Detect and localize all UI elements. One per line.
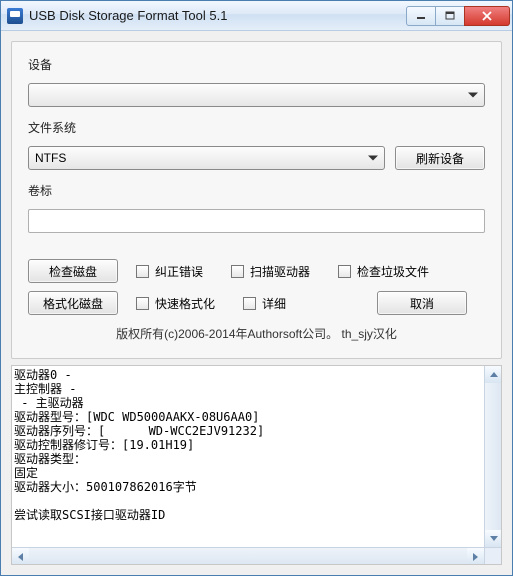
scrollbar-corner xyxy=(484,547,501,564)
verbose-checkbox[interactable]: 详细 xyxy=(243,295,286,312)
triangle-right-icon xyxy=(473,553,478,561)
volume-label-label: 卷标 xyxy=(28,182,485,199)
format-row: 格式化磁盘 快速格式化 详细 取消 xyxy=(28,291,485,315)
maximize-button[interactable] xyxy=(435,6,465,26)
volume-label-input[interactable] xyxy=(28,209,485,233)
filesystem-label: 文件系统 xyxy=(28,119,485,136)
device-label: 设备 xyxy=(28,56,485,73)
check-row: 检查磁盘 纠正错误 扫描驱动器 检查垃圾文件 xyxy=(28,259,485,283)
device-combo[interactable] xyxy=(28,83,485,107)
cancel-button[interactable]: 取消 xyxy=(377,291,467,315)
scroll-left-button[interactable] xyxy=(12,548,29,565)
checkbox-icon xyxy=(136,297,149,310)
correct-errors-label: 纠正错误 xyxy=(155,263,203,280)
log-text[interactable]: 驱动器0 - 主控制器 - - 主驱动器 驱动器型号：[WDC WD5000AA… xyxy=(14,368,483,546)
scan-drive-label: 扫描驱动器 xyxy=(250,263,310,280)
window-controls xyxy=(407,6,510,26)
correct-errors-checkbox[interactable]: 纠正错误 xyxy=(136,263,203,280)
app-icon xyxy=(7,8,23,24)
quick-format-checkbox[interactable]: 快速格式化 xyxy=(136,295,215,312)
triangle-down-icon xyxy=(490,536,498,541)
scroll-up-button[interactable] xyxy=(485,366,502,383)
app-window: USB Disk Storage Format Tool 5.1 设备 文件系统 xyxy=(0,0,513,576)
chevron-down-icon xyxy=(368,156,378,161)
titlebar[interactable]: USB Disk Storage Format Tool 5.1 xyxy=(1,1,512,31)
scroll-down-button[interactable] xyxy=(485,530,502,547)
main-panel: 设备 文件系统 NTFS 刷新设备 卷标 检查磁 xyxy=(11,41,502,359)
scroll-track[interactable] xyxy=(29,548,467,564)
scan-drive-checkbox[interactable]: 扫描驱动器 xyxy=(231,263,310,280)
check-junk-checkbox[interactable]: 检查垃圾文件 xyxy=(338,263,429,280)
checkbox-icon xyxy=(338,265,351,278)
close-icon xyxy=(481,11,493,21)
horizontal-scrollbar[interactable] xyxy=(12,547,484,564)
minimize-button[interactable] xyxy=(406,6,436,26)
close-button[interactable] xyxy=(464,6,510,26)
client-area: 设备 文件系统 NTFS 刷新设备 卷标 检查磁 xyxy=(1,31,512,575)
scroll-track[interactable] xyxy=(485,383,501,530)
checkbox-icon xyxy=(243,297,256,310)
format-disk-button[interactable]: 格式化磁盘 xyxy=(28,291,118,315)
check-junk-label: 检查垃圾文件 xyxy=(357,263,429,280)
minimize-icon xyxy=(416,12,426,20)
triangle-left-icon xyxy=(18,553,23,561)
scroll-right-button[interactable] xyxy=(467,548,484,565)
quick-format-label: 快速格式化 xyxy=(155,295,215,312)
filesystem-combo-value: NTFS xyxy=(35,151,66,165)
chevron-down-icon xyxy=(468,93,478,98)
log-area: 驱动器0 - 主控制器 - - 主驱动器 驱动器型号：[WDC WD5000AA… xyxy=(11,365,502,565)
verbose-label: 详细 xyxy=(262,295,286,312)
copyright-text: 版权所有(c)2006-2014年Authorsoft公司。 th_sjy汉化 xyxy=(28,325,485,342)
check-disk-button[interactable]: 检查磁盘 xyxy=(28,259,118,283)
checkbox-icon xyxy=(231,265,244,278)
maximize-icon xyxy=(445,11,455,20)
checkbox-icon xyxy=(136,265,149,278)
triangle-up-icon xyxy=(490,372,498,377)
filesystem-combo[interactable]: NTFS xyxy=(28,146,385,170)
window-title: USB Disk Storage Format Tool 5.1 xyxy=(29,8,407,23)
refresh-button[interactable]: 刷新设备 xyxy=(395,146,485,170)
vertical-scrollbar[interactable] xyxy=(484,366,501,547)
